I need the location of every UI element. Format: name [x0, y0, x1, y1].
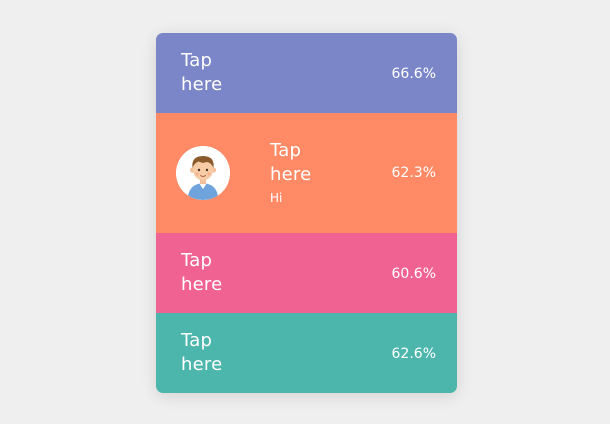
- row-percent: 66.6%: [391, 66, 436, 82]
- row-percent: 62.6%: [391, 346, 436, 362]
- row-sublabel: Hi: [270, 191, 283, 205]
- row-label: Tap here: [181, 330, 223, 375]
- percentage-card: Tap here 66.6% Tap here Hi 62.3% Tap her…: [156, 33, 457, 393]
- row-label: Tap here: [181, 50, 223, 95]
- list-row-2[interactable]: Tap here Hi 62.3%: [156, 113, 457, 233]
- row-percent: 62.3%: [391, 165, 436, 181]
- row-percent: 60.6%: [391, 266, 436, 282]
- row-label: Tap here: [270, 140, 312, 185]
- list-row-4[interactable]: Tap here 62.6%: [156, 313, 457, 393]
- boy-avatar-icon: [176, 146, 230, 200]
- list-row-1[interactable]: Tap here 66.6%: [156, 33, 457, 113]
- list-row-3[interactable]: Tap here 60.6%: [156, 233, 457, 313]
- row-label: Tap here: [181, 250, 223, 295]
